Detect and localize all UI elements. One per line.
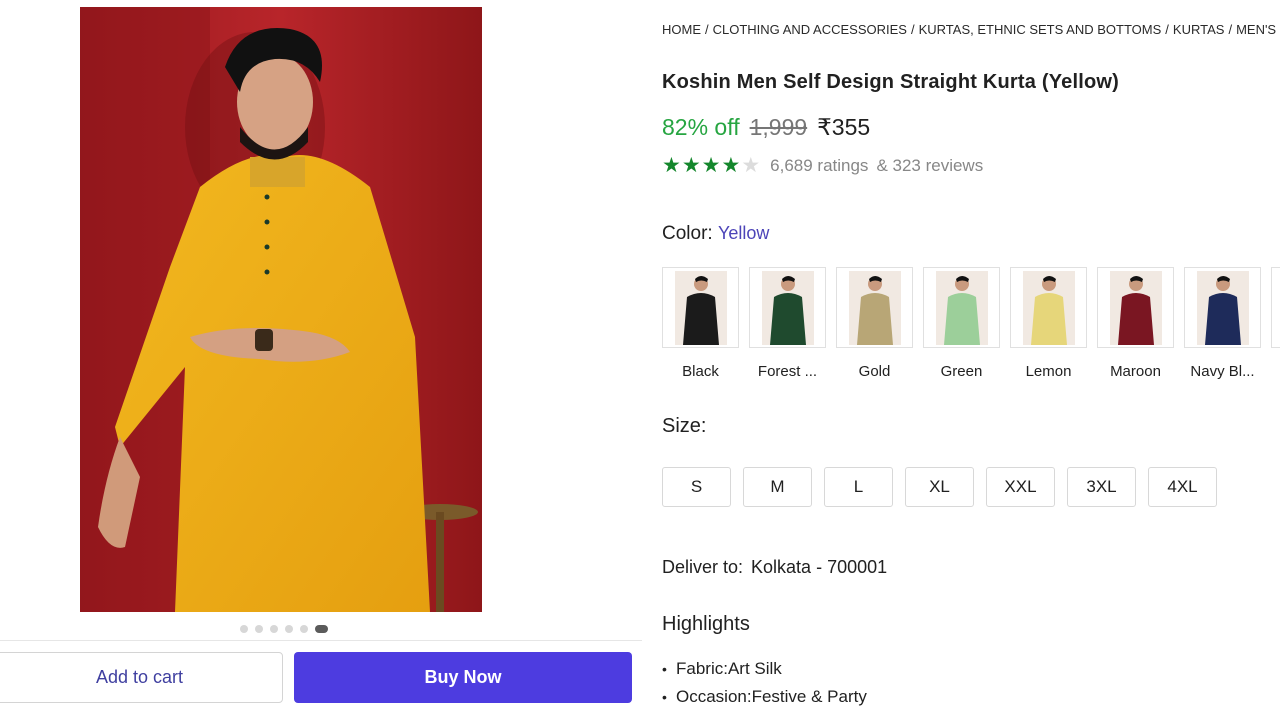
size-option-button[interactable]: M xyxy=(743,467,812,507)
size-option-button[interactable]: XL xyxy=(905,467,974,507)
size-option-button[interactable]: XXL xyxy=(986,467,1055,507)
breadcrumb-link[interactable]: MEN'S KURTAS xyxy=(1236,22,1280,37)
star-icon: ★ xyxy=(701,154,721,177)
star-icon: ★ xyxy=(681,154,701,177)
product-image[interactable] xyxy=(80,7,482,612)
reviews-count: & 323 reviews xyxy=(876,156,984,175)
size-option-button[interactable]: S xyxy=(662,467,731,507)
color-swatch-label: Navy Bl... xyxy=(1190,363,1255,380)
gallery-dot[interactable] xyxy=(285,625,293,633)
divider xyxy=(0,640,642,641)
price-row: 82% off 1,999 ₹355 xyxy=(662,114,870,141)
size-label: Size: xyxy=(662,415,707,437)
gallery-dot[interactable] xyxy=(315,625,328,633)
color-swatch-label: Forest ... xyxy=(757,363,818,380)
color-swatch-label: Gold xyxy=(858,363,891,380)
star-icon: ★ xyxy=(662,154,681,177)
color-swatch-image xyxy=(1184,267,1261,348)
color-swatch-image xyxy=(1097,267,1174,348)
product-title: Koshin Men Self Design Straight Kurta (Y… xyxy=(662,71,1120,93)
highlights-title: Highlights xyxy=(662,613,750,635)
selling-price: ₹355 xyxy=(817,114,871,140)
color-swatch[interactable]: Forest ... xyxy=(749,267,826,380)
rating-row[interactable]: ★ ★ ★ ★ ★ 6,689 ratings & 323 reviews xyxy=(662,155,983,177)
color-swatch-label: Lemon xyxy=(1025,363,1072,380)
add-to-cart-button[interactable]: Add to cart xyxy=(0,652,283,703)
gallery-dot[interactable] xyxy=(300,625,308,633)
size-option-button[interactable]: 3XL xyxy=(1067,467,1136,507)
color-swatch[interactable]: Gold xyxy=(836,267,913,380)
highlight-text: Fabric:Art Silk xyxy=(676,659,782,678)
ratings-count: 6,689 ratings xyxy=(770,156,869,175)
original-price: 1,999 xyxy=(749,114,808,140)
size-option-button[interactable]: 4XL xyxy=(1148,467,1217,507)
highlight-item: • Fabric:Art Silk xyxy=(662,657,867,685)
color-swatch[interactable]: Navy Bl... xyxy=(1184,267,1261,380)
color-swatch-image xyxy=(1010,267,1087,348)
gallery-dot[interactable] xyxy=(270,625,278,633)
product-details: HOME / CLOTHING AND ACCESSORIES / KURTAS, ET… xyxy=(662,0,1280,713)
discount-percent: 82% off xyxy=(662,114,740,140)
bullet-icon: • xyxy=(662,689,667,705)
buy-now-button[interactable]: Buy Now xyxy=(294,652,632,703)
color-swatch[interactable]: Black xyxy=(662,267,739,380)
selected-color: Yellow xyxy=(717,223,770,243)
gallery-dot[interactable] xyxy=(255,625,263,633)
gallery-pagination[interactable] xyxy=(240,625,328,633)
delivery-location: Kolkata - 700001 xyxy=(751,557,888,577)
color-swatch[interactable]: Green xyxy=(923,267,1000,380)
breadcrumb-link[interactable]: HOME xyxy=(662,22,701,37)
size-options: S M L XL XXL 3XL 4XL xyxy=(662,467,1217,507)
breadcrumb-separator: / xyxy=(1228,22,1233,37)
highlight-item: • Occasion:Festive & Party xyxy=(662,685,867,713)
breadcrumb-link[interactable]: CLOTHING AND ACCESSORIES xyxy=(713,22,907,37)
breadcrumb-separator: / xyxy=(705,22,709,37)
color-swatch-image xyxy=(836,267,913,348)
color-swatches: Black Forest ... Gold Green Lemon Maroon Navy … xyxy=(662,267,1280,380)
star-icon: ★ xyxy=(741,154,761,177)
breadcrumb: HOME / CLOTHING AND ACCESSORIES / KURTAS, ET… xyxy=(662,22,1280,37)
gallery-dot[interactable] xyxy=(240,625,248,633)
color-label-text: Color: xyxy=(662,223,713,244)
color-swatch[interactable]: Orange xyxy=(1271,267,1280,380)
breadcrumb-separator: / xyxy=(1165,22,1169,37)
color-swatch[interactable]: Lemon xyxy=(1010,267,1087,380)
breadcrumb-link[interactable]: KURTAS, ETHNIC SETS AND BOTTOMS xyxy=(919,22,1162,37)
star-rating: ★ ★ ★ ★ ★ xyxy=(662,155,760,177)
color-swatch-image xyxy=(923,267,1000,348)
star-icon: ★ xyxy=(721,154,741,177)
color-swatch-label: Black xyxy=(682,363,719,380)
breadcrumb-separator: / xyxy=(910,22,915,37)
product-gallery: Add to cart Buy Now xyxy=(0,0,642,713)
delivery-info[interactable]: Deliver to: Kolkata - 700001 xyxy=(662,557,887,578)
color-label: Color: Yellow xyxy=(662,223,769,245)
color-swatch[interactable]: Maroon xyxy=(1097,267,1174,380)
size-option-button[interactable]: L xyxy=(824,467,893,507)
product-photo xyxy=(80,7,482,612)
deliver-to-label: Deliver to: xyxy=(662,557,744,577)
bullet-icon: • xyxy=(662,661,667,677)
highlight-text: Occasion:Festive & Party xyxy=(676,687,867,706)
color-swatch-image xyxy=(1271,267,1280,348)
color-swatch-label: Green xyxy=(940,363,983,380)
breadcrumb-link[interactable]: KURTAS xyxy=(1173,22,1225,37)
color-swatch-image xyxy=(662,267,739,348)
color-swatch-label: Maroon xyxy=(1110,363,1161,380)
color-swatch-image xyxy=(749,267,826,348)
highlights-list: • Fabric:Art Silk • Occasion:Festive & Part… xyxy=(662,657,867,713)
